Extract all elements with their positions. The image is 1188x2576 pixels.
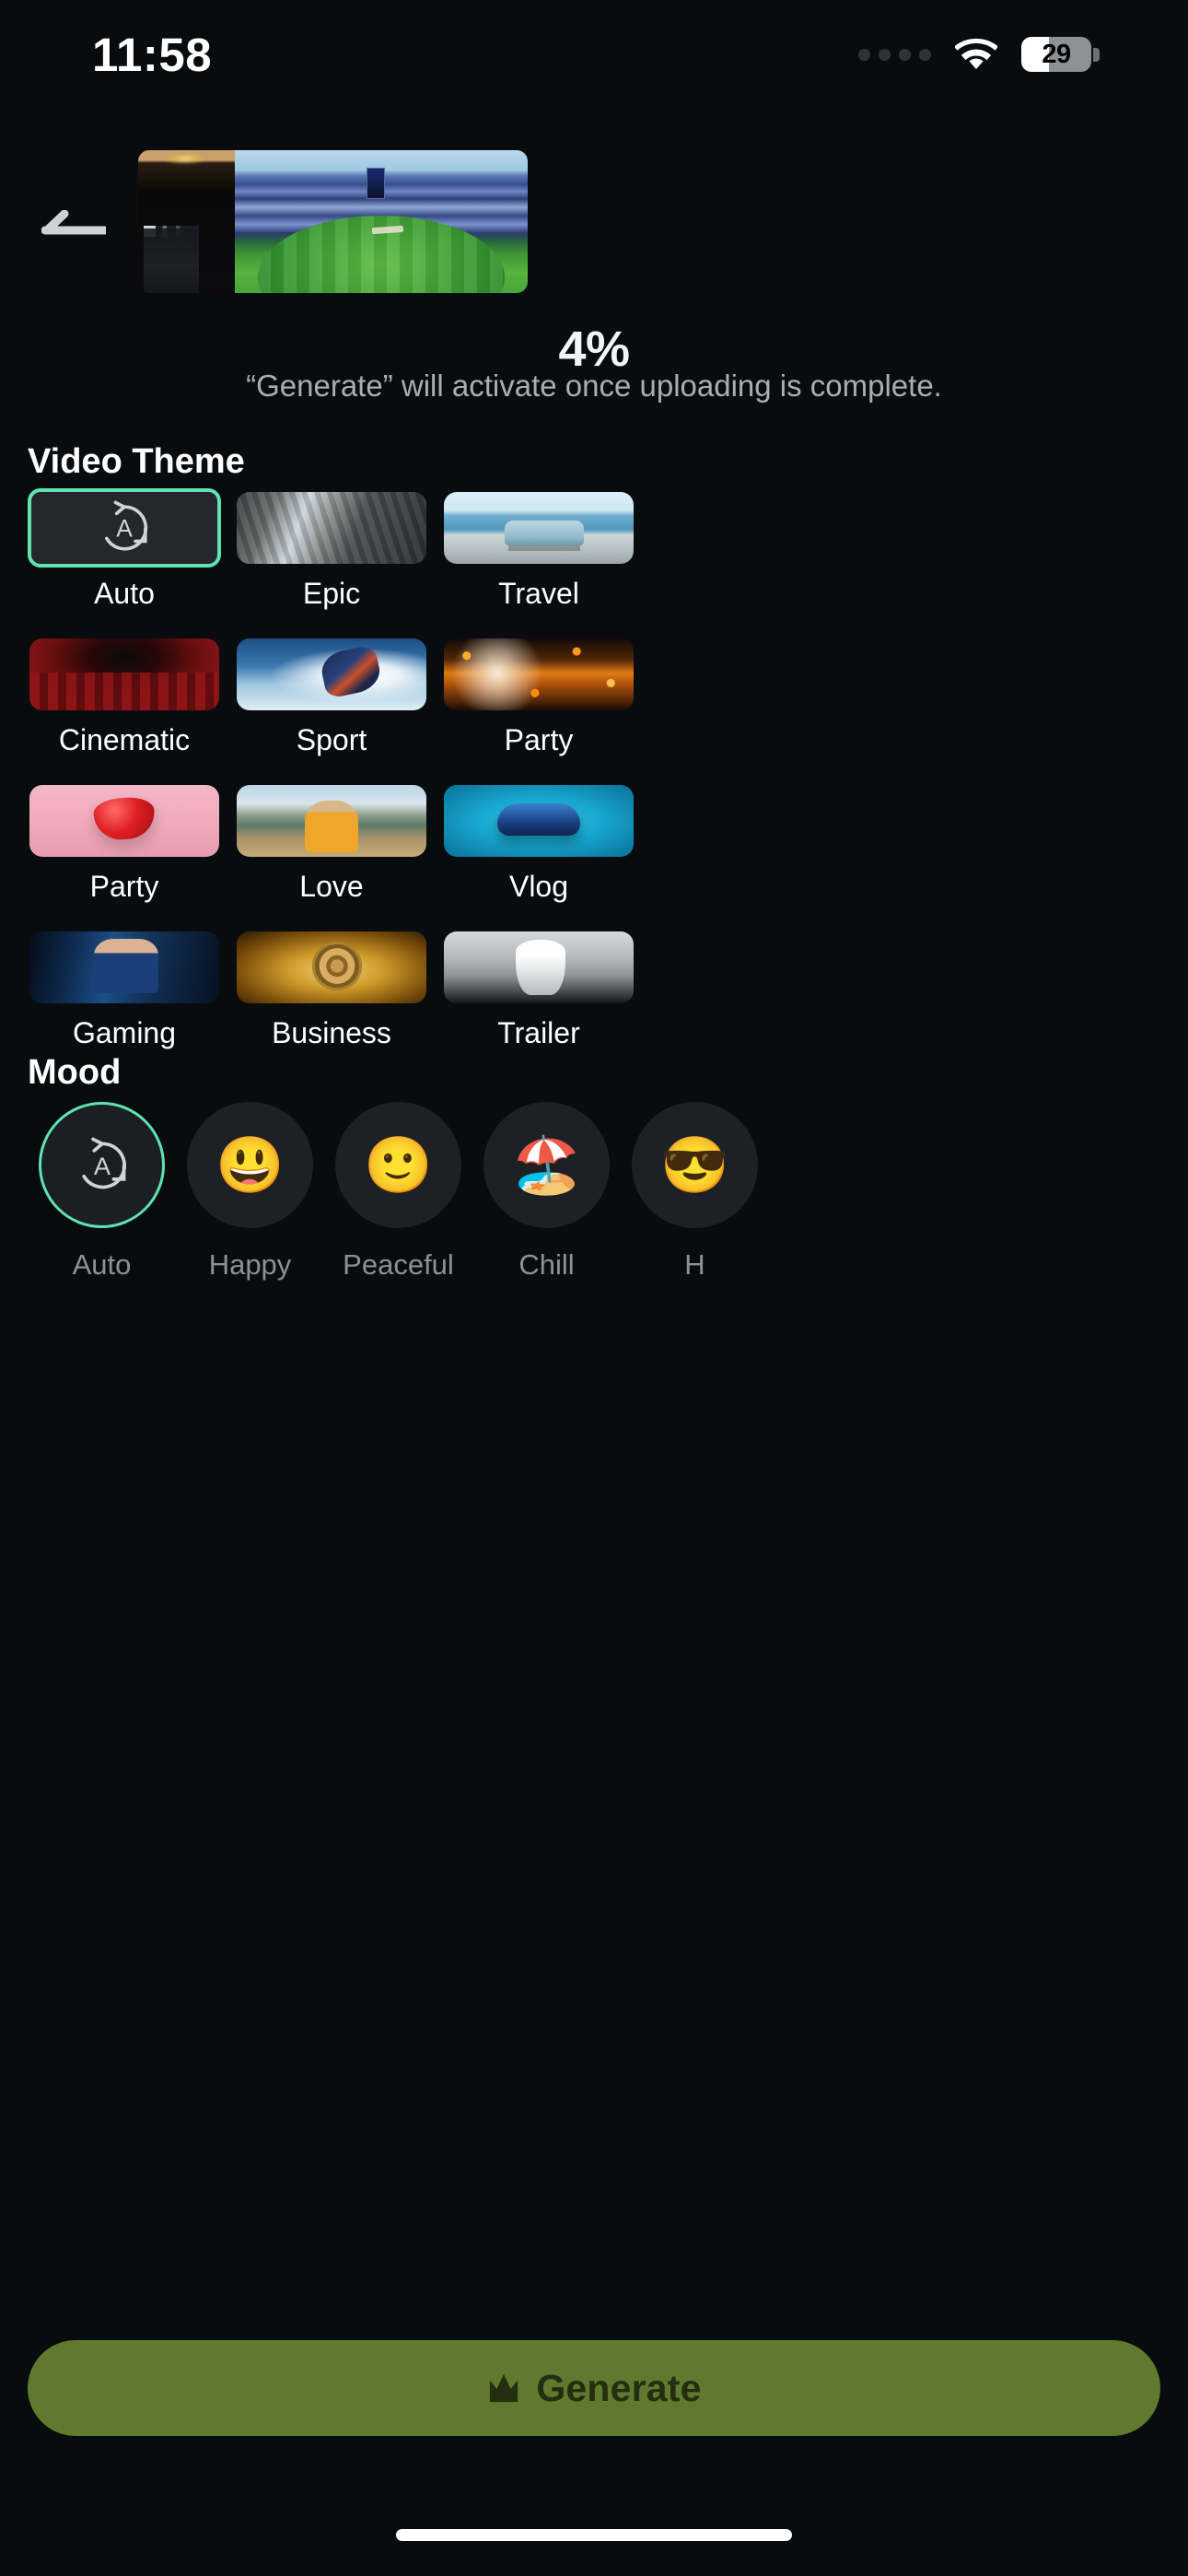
theme-thumbnail-trailer bbox=[444, 931, 634, 1003]
theme-thumbnail-gaming bbox=[29, 931, 219, 1003]
theme-item-label: Love bbox=[299, 870, 364, 903]
home-indicator bbox=[396, 2529, 792, 2541]
theme-artwork-travel bbox=[444, 492, 634, 564]
theme-artwork-sport bbox=[237, 638, 426, 710]
theme-thumbnail-love bbox=[237, 785, 426, 857]
theme-thumbnail-travel bbox=[444, 492, 634, 564]
auto-mode-icon: A bbox=[105, 500, 148, 551]
theme-item-trailer-11[interactable]: Trailer bbox=[442, 931, 635, 1050]
theme-artwork-party2 bbox=[29, 785, 219, 857]
theme-thumbnail-vlog bbox=[444, 785, 634, 857]
mood-icon-smiling-face-sunglasses-icon: 😎 bbox=[632, 1102, 758, 1228]
theme-item-vlog-8[interactable]: Vlog bbox=[442, 785, 635, 904]
status-bar-time: 11:58 bbox=[92, 28, 213, 81]
video-preview-thumbnail[interactable] bbox=[138, 150, 528, 293]
theme-item-travel-2[interactable]: Travel bbox=[442, 492, 635, 611]
theme-item-party-5[interactable]: Party bbox=[442, 638, 635, 757]
mood-icon-auto-mode-icon: A bbox=[39, 1102, 165, 1228]
mood-selector-row[interactable]: A Auto 😃 Happy 🙂 Peaceful 🏖️ Chill 😎 H bbox=[28, 1102, 1188, 1291]
theme-thumbnail-cinematic bbox=[29, 638, 219, 710]
theme-item-label: Cinematic bbox=[58, 723, 191, 756]
theme-item-label: Sport bbox=[296, 723, 367, 756]
status-bar-indicators: 29 bbox=[858, 37, 1100, 72]
theme-item-label: Vlog bbox=[508, 870, 569, 903]
theme-artwork-party bbox=[444, 638, 634, 710]
preview-frame-left bbox=[138, 150, 235, 293]
mood-item-label: H bbox=[684, 1248, 705, 1281]
back-arrow-icon bbox=[41, 210, 106, 235]
back-button[interactable] bbox=[28, 184, 120, 276]
upload-progress-note: “Generate” will activate once uploading … bbox=[246, 369, 942, 403]
battery-level-label: 29 bbox=[1042, 39, 1071, 69]
status-bar: 11:58 29 bbox=[0, 0, 1188, 109]
preview-frame-stadium bbox=[235, 150, 528, 293]
mood-item-auto[interactable]: A Auto bbox=[28, 1102, 176, 1291]
theme-thumbnail-party bbox=[444, 638, 634, 710]
theme-thumbnail-epic bbox=[237, 492, 426, 564]
theme-item-label: Party bbox=[504, 723, 574, 756]
mood-item-label: Peaceful bbox=[343, 1248, 454, 1281]
mood-icon-slightly-smiling-face-icon: 🙂 bbox=[335, 1102, 461, 1228]
mood-item-happy[interactable]: 😃 Happy bbox=[176, 1102, 324, 1291]
theme-item-cinematic-3[interactable]: Cinematic bbox=[28, 638, 221, 757]
theme-artwork-gaming bbox=[29, 931, 219, 1003]
theme-item-label: Gaming bbox=[72, 1016, 177, 1049]
theme-artwork-epic bbox=[237, 492, 426, 564]
theme-thumbnail-party2 bbox=[29, 785, 219, 857]
mood-item-chill[interactable]: 🏖️ Chill bbox=[472, 1102, 621, 1291]
theme-item-epic-1[interactable]: Epic bbox=[235, 492, 428, 611]
theme-thumbnail-business bbox=[237, 931, 426, 1003]
theme-thumbnail-sport bbox=[237, 638, 426, 710]
svg-text:A: A bbox=[93, 1151, 111, 1179]
mood-icon-beach-umbrella-icon: 🏖️ bbox=[483, 1102, 610, 1228]
theme-item-label: Trailer bbox=[497, 1016, 580, 1049]
theme-artwork-vlog bbox=[444, 785, 634, 857]
mood-item-label: Auto bbox=[72, 1248, 132, 1281]
generate-button-label: Generate bbox=[536, 2366, 702, 2409]
theme-item-label: Business bbox=[272, 1016, 391, 1049]
mood-item-peaceful[interactable]: 🙂 Peaceful bbox=[324, 1102, 472, 1291]
mood-item-label: Happy bbox=[208, 1248, 292, 1281]
video-theme-grid: A Auto Epic Travel Cinematic Sport Party Party L… bbox=[28, 488, 1160, 1050]
theme-item-sport-4[interactable]: Sport bbox=[235, 638, 428, 757]
theme-item-party-6[interactable]: Party bbox=[28, 785, 221, 904]
theme-item-label: Auto bbox=[94, 577, 155, 610]
theme-item-label: Party bbox=[89, 870, 159, 903]
theme-item-love-7[interactable]: Love bbox=[235, 785, 428, 904]
video-theme-heading: Video Theme bbox=[28, 442, 245, 481]
theme-item-label: Travel bbox=[498, 577, 579, 610]
theme-artwork-cinematic bbox=[29, 638, 219, 710]
mood-item-h[interactable]: 😎 H bbox=[621, 1102, 769, 1291]
activity-dots-icon bbox=[858, 48, 931, 61]
mood-item-label: Chill bbox=[518, 1248, 575, 1281]
theme-artwork-trailer bbox=[444, 931, 634, 1003]
generate-button[interactable]: Generate bbox=[28, 2340, 1160, 2436]
crown-icon bbox=[490, 2373, 518, 2403]
battery-indicator: 29 bbox=[1021, 37, 1100, 72]
theme-artwork-business bbox=[237, 931, 426, 1003]
theme-item-label: Epic bbox=[302, 577, 361, 610]
theme-item-auto-0[interactable]: A Auto bbox=[28, 488, 221, 611]
theme-item-gaming-9[interactable]: Gaming bbox=[28, 931, 221, 1050]
wifi-icon bbox=[955, 39, 997, 70]
theme-thumbnail-auto: A bbox=[28, 488, 221, 568]
theme-artwork-love bbox=[237, 785, 426, 857]
mood-icon-grinning-face-icon: 😃 bbox=[187, 1102, 313, 1228]
mood-heading: Mood bbox=[28, 1053, 122, 1092]
svg-text:A: A bbox=[116, 515, 133, 543]
auto-mode-icon: A bbox=[81, 1137, 126, 1188]
theme-item-business-10[interactable]: Business bbox=[235, 931, 428, 1050]
